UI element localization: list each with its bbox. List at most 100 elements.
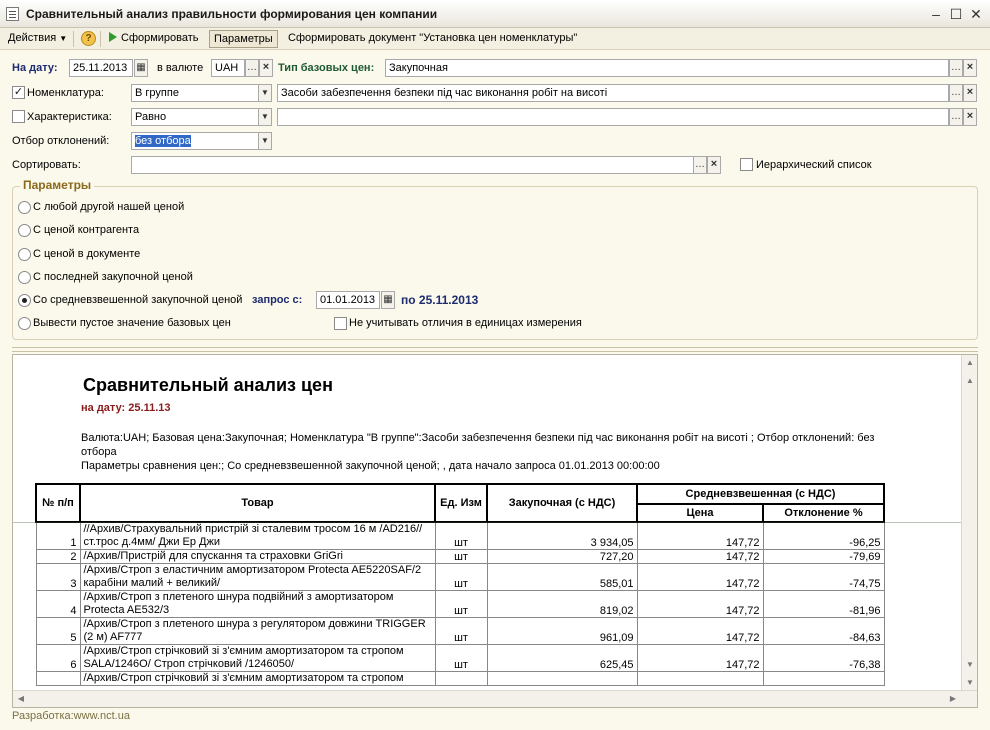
radio-last-purchase-price-label: С последней закупочной ценой bbox=[33, 271, 193, 283]
row-deviation: -84,63 bbox=[762, 617, 885, 645]
params-group-title: Параметры bbox=[20, 178, 95, 192]
hierarchy-checkbox[interactable] bbox=[740, 158, 753, 171]
date-input[interactable]: 25.11.2013 bbox=[69, 59, 133, 77]
characteristic-clear-button[interactable]: × bbox=[963, 108, 977, 126]
scroll-right-icon[interactable]: ▶ bbox=[945, 691, 961, 707]
row-purchase bbox=[486, 671, 638, 686]
maximize-button[interactable]: ☐ bbox=[948, 6, 964, 22]
calendar-icon[interactable]: ▦ bbox=[381, 291, 395, 309]
form-report-button[interactable]: Сформировать bbox=[105, 30, 203, 48]
sort-clear-button[interactable]: × bbox=[707, 156, 721, 174]
sort-input[interactable] bbox=[131, 156, 694, 174]
app-icon bbox=[6, 7, 19, 21]
row-purchase: 819,02 bbox=[486, 590, 638, 618]
calendar-icon[interactable]: ▦ bbox=[134, 59, 148, 77]
chevron-down-icon[interactable]: ▼ bbox=[258, 108, 272, 126]
sort-select-button[interactable]: … bbox=[693, 156, 707, 174]
characteristic-input[interactable] bbox=[277, 108, 949, 126]
currency-clear-button[interactable]: × bbox=[259, 59, 273, 77]
radio-document-price[interactable] bbox=[18, 248, 31, 261]
row-num: 5 bbox=[35, 617, 81, 645]
base-price-type-input[interactable]: Закупочная bbox=[385, 59, 949, 77]
ignore-units-label: Не учитывать отличия в единицах измерени… bbox=[349, 317, 582, 329]
toolbar-divider bbox=[100, 31, 101, 47]
radio-any-other-price[interactable] bbox=[18, 201, 31, 214]
help-button[interactable]: ? bbox=[77, 30, 100, 48]
currency-input[interactable]: UAH bbox=[211, 59, 245, 77]
report-params: Валюта:UAH; Базовая цена:Закупочная; Ном… bbox=[81, 431, 881, 473]
col-header-purchase: Закупочная (с НДС) bbox=[486, 483, 638, 523]
chevron-down-icon[interactable]: ▼ bbox=[258, 84, 272, 102]
row-price: 147,72 bbox=[636, 644, 764, 672]
scroll-up-icon[interactable]: ▲ bbox=[962, 355, 977, 371]
vertical-scrollbar[interactable]: ▲ ▲ ▼ ▼ bbox=[961, 355, 977, 691]
row-purchase: 961,09 bbox=[486, 617, 638, 645]
panel-splitter[interactable] bbox=[12, 347, 978, 352]
row-price: 147,72 bbox=[636, 549, 764, 564]
request-to-label: по 25.11.2013 bbox=[401, 293, 479, 307]
row-num: 2 bbox=[35, 549, 81, 564]
characteristic-select-button[interactable]: … bbox=[949, 108, 963, 126]
col-header-item: Товар bbox=[79, 483, 436, 523]
report-area[interactable]: Сравнительный анализ цен на дату: 25.11.… bbox=[12, 354, 978, 708]
row-unit: шт bbox=[434, 590, 488, 618]
nomenclature-input[interactable]: Засоби забезпечення безпеки під час вико… bbox=[277, 84, 949, 102]
row-purchase: 625,45 bbox=[486, 644, 638, 672]
create-price-document-button[interactable]: Сформировать документ "Установка цен ном… bbox=[284, 30, 581, 48]
date-label: На дату: bbox=[12, 62, 58, 74]
scroll-down-icon[interactable]: ▼ bbox=[962, 675, 977, 691]
radio-weighted-purchase-price[interactable] bbox=[18, 294, 31, 307]
footer-link[interactable]: Разработка:www.nct.ua bbox=[12, 710, 130, 722]
table-row: 5/Архив/Строп з плетеного шнура з регуля… bbox=[35, 617, 885, 645]
row-num: 3 bbox=[35, 563, 81, 591]
row-price bbox=[636, 671, 764, 686]
currency-select-button[interactable]: … bbox=[245, 59, 259, 77]
base-price-type-clear-button[interactable]: × bbox=[963, 59, 977, 77]
row-unit: шт bbox=[434, 563, 488, 591]
row-unit: шт bbox=[434, 521, 488, 550]
characteristic-checkbox[interactable] bbox=[12, 110, 25, 123]
request-from-label: запрос с: bbox=[252, 294, 303, 306]
horizontal-scrollbar[interactable]: ◀ ▶ bbox=[13, 690, 977, 707]
radio-counterparty-price[interactable] bbox=[18, 224, 31, 237]
row-deviation: -81,96 bbox=[762, 590, 885, 618]
row-unit: шт bbox=[434, 549, 488, 564]
characteristic-mode-select[interactable]: Равно bbox=[131, 108, 259, 126]
scroll-left-icon[interactable]: ◀ bbox=[13, 691, 29, 707]
row-item: /Архив/Строп стрічковий зі з'ємним аморт… bbox=[79, 644, 436, 672]
help-icon: ? bbox=[81, 31, 96, 46]
nomenclature-select-button[interactable]: … bbox=[949, 84, 963, 102]
report-params-line-2: Параметры сравнения цен:; Со средневзвеш… bbox=[81, 460, 660, 472]
currency-label: в валюте bbox=[157, 62, 204, 74]
base-price-type-select-button[interactable]: … bbox=[949, 59, 963, 77]
chevron-down-icon[interactable]: ▼ bbox=[258, 132, 272, 150]
ignore-units-checkbox[interactable] bbox=[334, 317, 347, 330]
row-num: 4 bbox=[35, 590, 81, 618]
deviation-filter-select[interactable]: без отбора bbox=[131, 132, 259, 150]
row-item: /Архив/Строп стрічковий зі з'ємним аморт… bbox=[79, 671, 436, 686]
params-toggle-button[interactable]: Параметры bbox=[209, 30, 278, 48]
table-row: 1//Архив/Страхувальний пристрій зі стале… bbox=[35, 521, 885, 550]
nomenclature-label: Номенклатура: bbox=[27, 87, 104, 99]
deviation-filter-value: без отбора bbox=[135, 135, 191, 147]
row-price: 147,72 bbox=[636, 563, 764, 591]
row-price: 147,72 bbox=[636, 590, 764, 618]
row-price: 147,72 bbox=[636, 617, 764, 645]
toolbar-divider bbox=[73, 31, 74, 47]
row-purchase: 727,20 bbox=[486, 549, 638, 564]
nomenclature-clear-button[interactable]: × bbox=[963, 84, 977, 102]
col-header-price: Цена bbox=[636, 503, 764, 523]
nomenclature-mode-select[interactable]: В группе bbox=[131, 84, 259, 102]
close-window-button[interactable]: ✕ bbox=[968, 6, 984, 22]
minimize-button[interactable]: – bbox=[928, 6, 944, 22]
col-header-num: № п/п bbox=[35, 483, 81, 523]
col-header-deviation: Отклонение % bbox=[762, 503, 885, 523]
scroll-up-icon[interactable]: ▲ bbox=[962, 373, 977, 389]
actions-menu[interactable]: Действия ▼ bbox=[4, 30, 71, 48]
request-from-input[interactable]: 01.01.2013 bbox=[316, 291, 380, 309]
radio-last-purchase-price[interactable] bbox=[18, 271, 31, 284]
radio-empty-base-price[interactable] bbox=[18, 317, 31, 330]
scroll-down-icon[interactable]: ▼ bbox=[962, 657, 977, 673]
nomenclature-checkbox[interactable]: ✓ bbox=[12, 86, 25, 99]
radio-empty-base-price-label: Вывести пустое значение базовых цен bbox=[33, 317, 231, 329]
